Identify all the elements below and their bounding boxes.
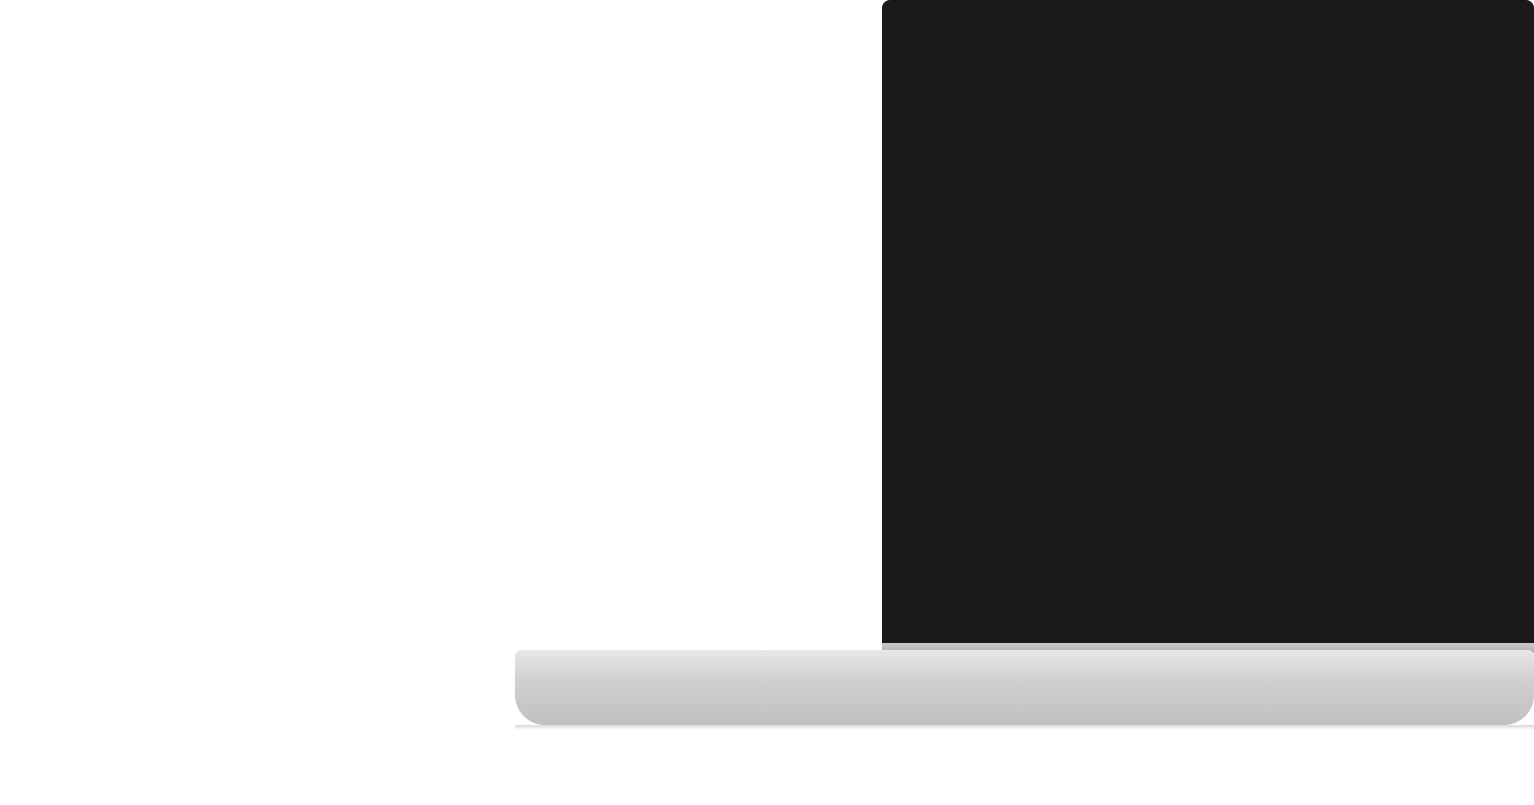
laptop-base (515, 650, 1534, 725)
laptop-bezel: Tasks ✓ Feel blue ✓ Feel red Feel yellow (882, 0, 1534, 650)
laptop-shadow (515, 725, 1534, 730)
